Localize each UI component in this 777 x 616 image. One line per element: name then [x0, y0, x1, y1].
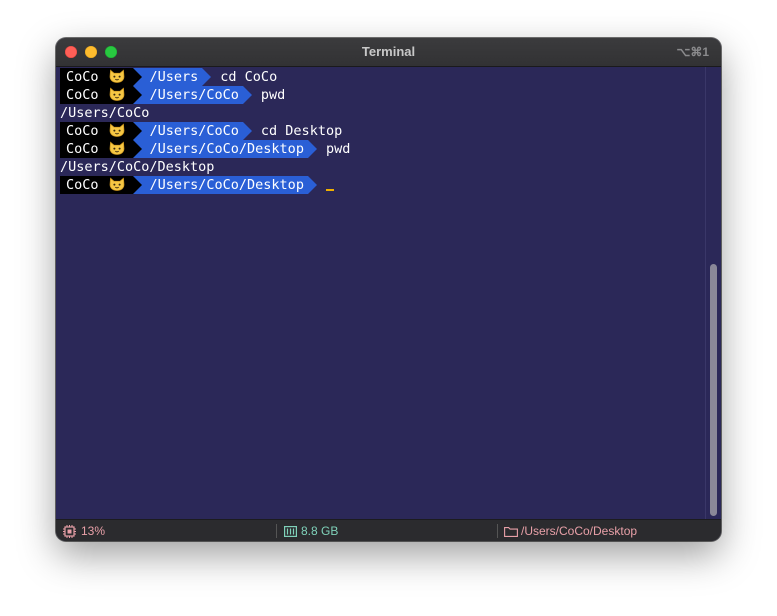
- output-line: /Users/CoCo: [60, 104, 700, 122]
- prompt-separator: [307, 140, 317, 158]
- prompt-user-segment: CoCo: [60, 68, 133, 86]
- cat-face-icon: [109, 69, 125, 83]
- prompt-path-segment: /Users/CoCo/Desktop: [141, 176, 308, 194]
- memory-sparkline: [345, 526, 491, 527]
- prompt-separator: [132, 68, 142, 86]
- prompt-path-segment: /Users/CoCo/Desktop: [141, 140, 308, 158]
- status-divider: [497, 524, 498, 538]
- prompt-separator: [132, 122, 142, 140]
- cat-face-icon: [109, 141, 125, 155]
- command-text: pwd: [260, 87, 286, 103]
- prompt-path-segment: /Users/CoCo: [141, 122, 243, 140]
- prompt-path-segment: /Users/CoCo: [141, 86, 243, 104]
- prompt-user-segment: CoCo: [60, 140, 133, 158]
- command-output: /Users/CoCo/Desktop: [60, 159, 215, 175]
- cpu-usage: 13%: [81, 524, 106, 538]
- prompt-separator: [132, 86, 142, 104]
- command-text: cd CoCo: [220, 69, 278, 85]
- cat-face-icon: [109, 177, 125, 191]
- prompt-separator: [307, 176, 317, 194]
- window-shortcut: ⌥⌘1: [676, 45, 709, 59]
- scrollbar[interactable]: [705, 67, 721, 519]
- command-text: pwd: [325, 141, 351, 157]
- prompt-separator: [132, 140, 142, 158]
- folder-icon: [504, 520, 518, 541]
- prompt-username: CoCo: [66, 123, 99, 139]
- output-line: /Users/CoCo/Desktop: [60, 158, 700, 176]
- current-directory: /Users/CoCo/Desktop: [521, 524, 638, 538]
- prompt-path-segment: /Users: [141, 68, 203, 86]
- cat-face-icon: [109, 87, 125, 101]
- command-output: /Users/CoCo: [60, 105, 150, 121]
- cpu-sparkline: [114, 526, 270, 527]
- memory-icon: [284, 520, 298, 541]
- prompt-username: CoCo: [66, 177, 99, 193]
- prompt-username: CoCo: [66, 69, 99, 85]
- memory-usage: 8.8 GB: [301, 524, 339, 538]
- cat-face-icon: [109, 123, 125, 137]
- title-bar[interactable]: Terminal ⌥⌘1: [56, 38, 721, 67]
- terminal-output[interactable]: CoCo/Users cd CoCo CoCo/Users/CoCo pwd/User…: [60, 68, 700, 518]
- prompt-line: CoCo/Users/CoCo/Desktop: [60, 176, 700, 194]
- prompt-user-segment: CoCo: [60, 86, 133, 104]
- prompt-line: CoCo/Users cd CoCo: [60, 68, 700, 86]
- prompt-user-segment: CoCo: [60, 176, 133, 194]
- terminal-window: Terminal ⌥⌘1 CoCo/Users cd CoCo CoCo/Users…: [56, 38, 721, 541]
- prompt-user-segment: CoCo: [60, 122, 133, 140]
- window-title: Terminal: [361, 44, 416, 59]
- prompt-separator: [242, 86, 252, 104]
- prompt-line: CoCo/Users/CoCo pwd: [60, 86, 700, 104]
- prompt-separator: [242, 122, 252, 140]
- prompt-username: CoCo: [66, 141, 99, 157]
- command-text: cd Desktop: [260, 123, 343, 139]
- status-divider: [276, 524, 277, 538]
- prompt-username: CoCo: [66, 87, 99, 103]
- text-cursor: [325, 189, 334, 191]
- scrollbar-thumb[interactable]: [710, 264, 717, 516]
- prompt-line: CoCo/Users/CoCo cd Desktop: [60, 122, 700, 140]
- prompt-separator: [132, 176, 142, 194]
- cpu-icon: [63, 520, 77, 541]
- prompt-line: CoCo/Users/CoCo/Desktop pwd: [60, 140, 700, 158]
- status-bar: 13% 8.8 GB /Users/CoCo/Desktop: [56, 519, 721, 541]
- prompt-separator: [202, 68, 212, 86]
